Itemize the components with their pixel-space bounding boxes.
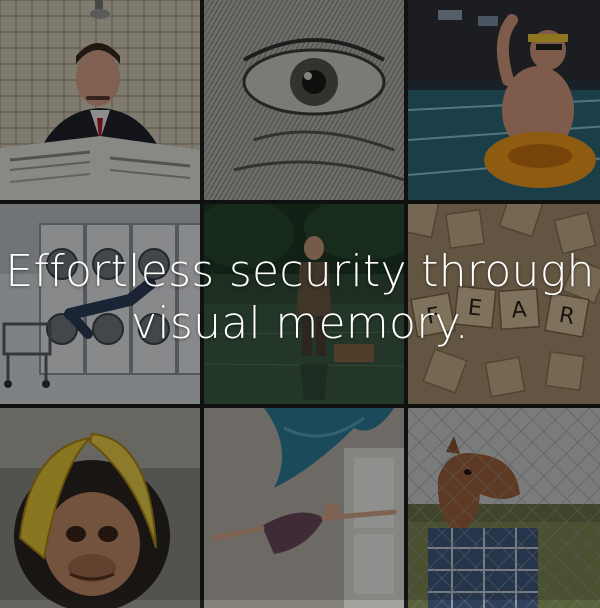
tile-monkey-mask-banana [0,408,200,608]
headline: Effortless security through visual memor… [0,246,600,350]
tile-horse-mask-fence [408,408,600,608]
tile-banknote-eye [204,0,404,200]
tile-man-in-swim-ring [408,0,600,200]
tile-woman-falling-curtain [204,408,404,608]
headline-line-1: Effortless security through [5,246,595,297]
headline-line-2: visual memory. [130,298,469,349]
tile-man-reading-newspaper [0,0,200,200]
